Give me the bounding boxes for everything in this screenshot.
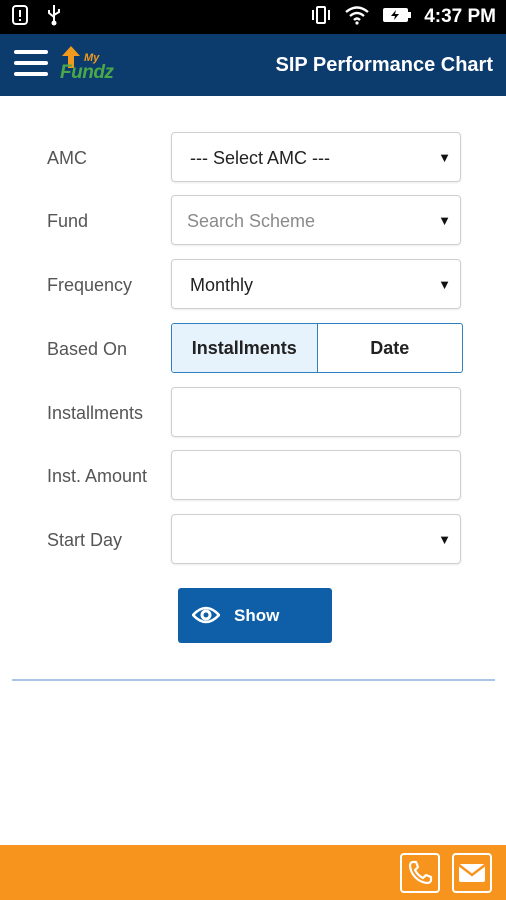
based-on-label: Based On [47, 339, 128, 359]
installments-row: Installments [0, 387, 506, 437]
inst-amount-row: Inst. Amount [0, 450, 506, 500]
app-bar: My Fundz SIP Performance Chart [0, 34, 506, 96]
status-bar: 4:37 PM [0, 0, 506, 34]
alert-icon [12, 4, 28, 30]
amc-row: AMC --- Select AMC --- ▼ [0, 132, 506, 182]
frequency-row: Frequency Monthly ▼ [0, 259, 506, 309]
date-option[interactable]: Date [318, 324, 463, 372]
installments-option[interactable]: Installments [172, 324, 318, 372]
show-button[interactable]: Show [178, 588, 332, 643]
fund-search-placeholder: Search Scheme [187, 211, 316, 231]
start-day-row: Start Day ▼ [0, 514, 506, 564]
amc-select[interactable]: --- Select AMC --- ▼ [171, 132, 461, 182]
eye-icon [191, 603, 221, 632]
fund-select[interactable]: Search Scheme ▼ [171, 195, 461, 245]
start-day-label: Start Day [47, 530, 123, 550]
dropdown-arrow-icon: ▼ [438, 532, 451, 547]
dropdown-arrow-icon: ▼ [438, 277, 451, 292]
status-time: 4:37 PM [424, 6, 496, 27]
dropdown-arrow-icon: ▼ [438, 213, 451, 228]
footer-bar [0, 845, 506, 900]
frequency-label: Frequency [47, 275, 133, 295]
app-logo: My Fundz [58, 44, 116, 88]
frequency-select[interactable]: Monthly ▼ [171, 259, 461, 309]
fund-row: Fund Search Scheme ▼ [0, 195, 506, 245]
amc-select-value: --- Select AMC --- [190, 148, 331, 168]
section-divider [12, 679, 495, 681]
based-on-row: Based On Installments Date [0, 323, 506, 373]
based-on-toggle: Installments Date [171, 323, 463, 373]
inst-amount-label: Inst. Amount [47, 466, 148, 486]
phone-icon[interactable] [400, 853, 440, 893]
usb-icon [46, 4, 62, 31]
inst-amount-input[interactable] [171, 450, 461, 500]
amc-label: AMC [47, 148, 87, 168]
start-day-select[interactable]: ▼ [171, 514, 461, 564]
installments-input[interactable] [171, 387, 461, 437]
installments-label: Installments [47, 403, 144, 423]
page-title: SIP Performance Chart [275, 54, 494, 76]
dropdown-arrow-icon: ▼ [438, 150, 451, 165]
battery-charging-icon [382, 6, 412, 29]
wifi-icon [344, 5, 370, 30]
logo-fundz-text: Fundz [60, 62, 114, 83]
fund-label: Fund [47, 211, 89, 231]
menu-icon[interactable] [14, 50, 48, 80]
show-button-label: Show [234, 606, 280, 625]
mail-icon[interactable] [452, 853, 492, 893]
frequency-select-value: Monthly [190, 275, 254, 295]
vibrate-icon [310, 5, 332, 30]
